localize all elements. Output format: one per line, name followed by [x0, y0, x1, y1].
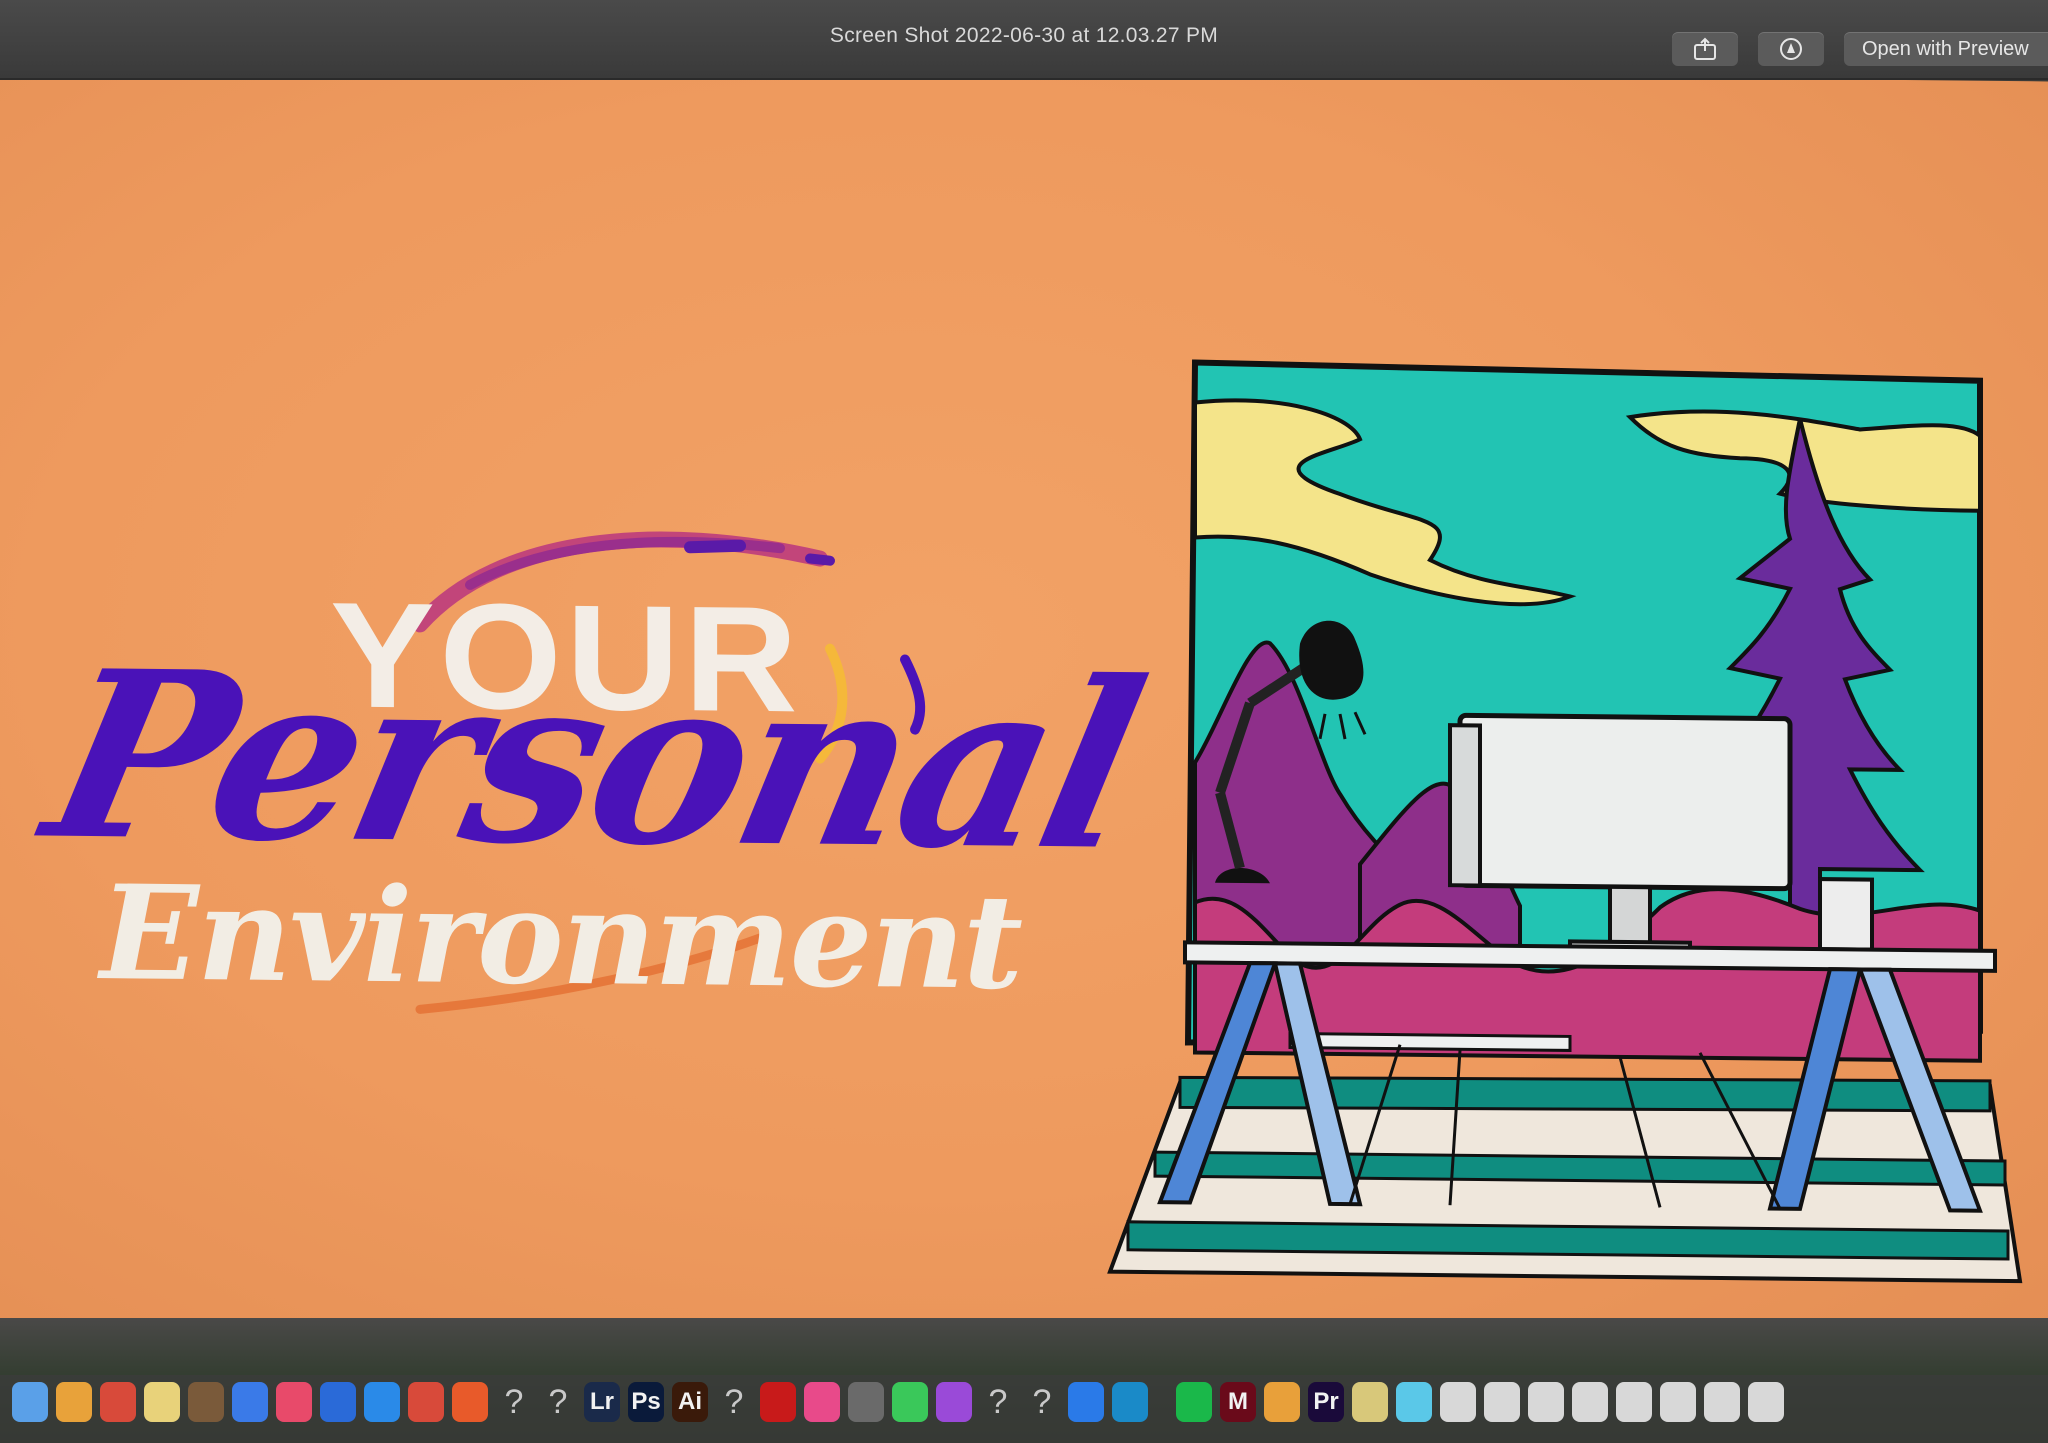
folder-icon[interactable]	[188, 1382, 224, 1422]
edge-icon[interactable]	[1112, 1382, 1148, 1422]
podcasts-icon[interactable]	[936, 1382, 972, 1422]
screen: YOUR Personal Environment Screen Shot 20…	[0, 0, 2048, 1443]
music-icon[interactable]	[276, 1382, 312, 1422]
preview-icon[interactable]	[1396, 1382, 1432, 1422]
document-icon[interactable]	[1440, 1382, 1476, 1422]
dock-item-label: ?	[504, 1383, 524, 1421]
notes-icon[interactable]	[144, 1382, 180, 1422]
premiere-icon[interactable]: Pr	[1308, 1382, 1344, 1422]
dock-item-label: Pr	[1313, 1388, 1339, 1415]
spotify-icon[interactable]	[1176, 1382, 1212, 1422]
download-icon[interactable]	[320, 1382, 356, 1422]
archive-icon[interactable]	[1352, 1382, 1388, 1422]
unknown-app-icon[interactable]: ?	[980, 1382, 1016, 1422]
dock-item-label: Ai	[678, 1388, 702, 1415]
dock-item-label: M	[1228, 1388, 1248, 1415]
finder-icon[interactable]	[12, 1382, 48, 1422]
document-icon[interactable]	[1748, 1382, 1784, 1422]
illustrator-icon[interactable]: Ai	[672, 1382, 708, 1422]
unknown-app-icon[interactable]: ?	[1024, 1382, 1060, 1422]
unknown-app-icon[interactable]: ?	[496, 1382, 532, 1422]
safari-icon[interactable]	[364, 1382, 400, 1422]
document-icon[interactable]	[1704, 1382, 1740, 1422]
acrobat-icon[interactable]	[760, 1382, 796, 1422]
open-with-preview-button[interactable]: Open with Preview	[1844, 32, 2048, 66]
dock-item-label: Ps	[631, 1388, 661, 1415]
document-icon[interactable]	[1484, 1382, 1520, 1422]
quicklook-titlebar: Screen Shot 2022-06-30 at 12.03.27 PM Op…	[0, 0, 2048, 80]
zoom-icon[interactable]	[1068, 1382, 1104, 1422]
unknown-app-icon[interactable]: ?	[540, 1382, 576, 1422]
headline-environment: Environment	[100, 856, 1022, 1019]
app-store-icon[interactable]	[232, 1382, 268, 1422]
headline-group: YOUR Personal Environment	[0, 60, 1158, 1072]
chrome-icon[interactable]	[408, 1382, 444, 1422]
dock-item-label: ?	[988, 1383, 1008, 1421]
window-title: Screen Shot 2022-06-30 at 12.03.27 PM	[829, 24, 1219, 47]
photos-icon[interactable]	[56, 1382, 92, 1422]
app-icon[interactable]: M	[1220, 1382, 1256, 1422]
markup-button[interactable]	[1758, 32, 1824, 66]
messages-icon[interactable]	[892, 1382, 928, 1422]
document-icon[interactable]	[1616, 1382, 1652, 1422]
lightroom-icon[interactable]: Lr	[584, 1382, 620, 1422]
unknown-app-icon[interactable]: ?	[716, 1382, 752, 1422]
share-icon	[1694, 37, 1716, 60]
brave-icon[interactable]	[452, 1382, 488, 1422]
slide-preview: YOUR Personal Environment	[0, 60, 2048, 1350]
creative-cloud-icon[interactable]	[804, 1382, 840, 1422]
pages-icon[interactable]	[1264, 1382, 1300, 1422]
document-icon[interactable]	[1528, 1382, 1564, 1422]
dock-item-label: ?	[548, 1383, 568, 1421]
dock-item-label: ?	[1032, 1383, 1052, 1421]
dock-item-label: ?	[724, 1383, 744, 1421]
chrome-icon[interactable]	[100, 1382, 136, 1422]
desk-workspace-illustration	[1107, 359, 2023, 1284]
photoshop-icon[interactable]: Ps	[628, 1382, 664, 1422]
dock-item-label: Lr	[590, 1388, 614, 1415]
document-icon[interactable]	[1572, 1382, 1608, 1422]
share-button[interactable]	[1672, 32, 1738, 66]
screenshot-icon[interactable]	[848, 1382, 884, 1422]
markup-icon	[1780, 38, 1802, 60]
mug-icon	[1818, 877, 1874, 952]
document-icon[interactable]	[1660, 1382, 1696, 1422]
